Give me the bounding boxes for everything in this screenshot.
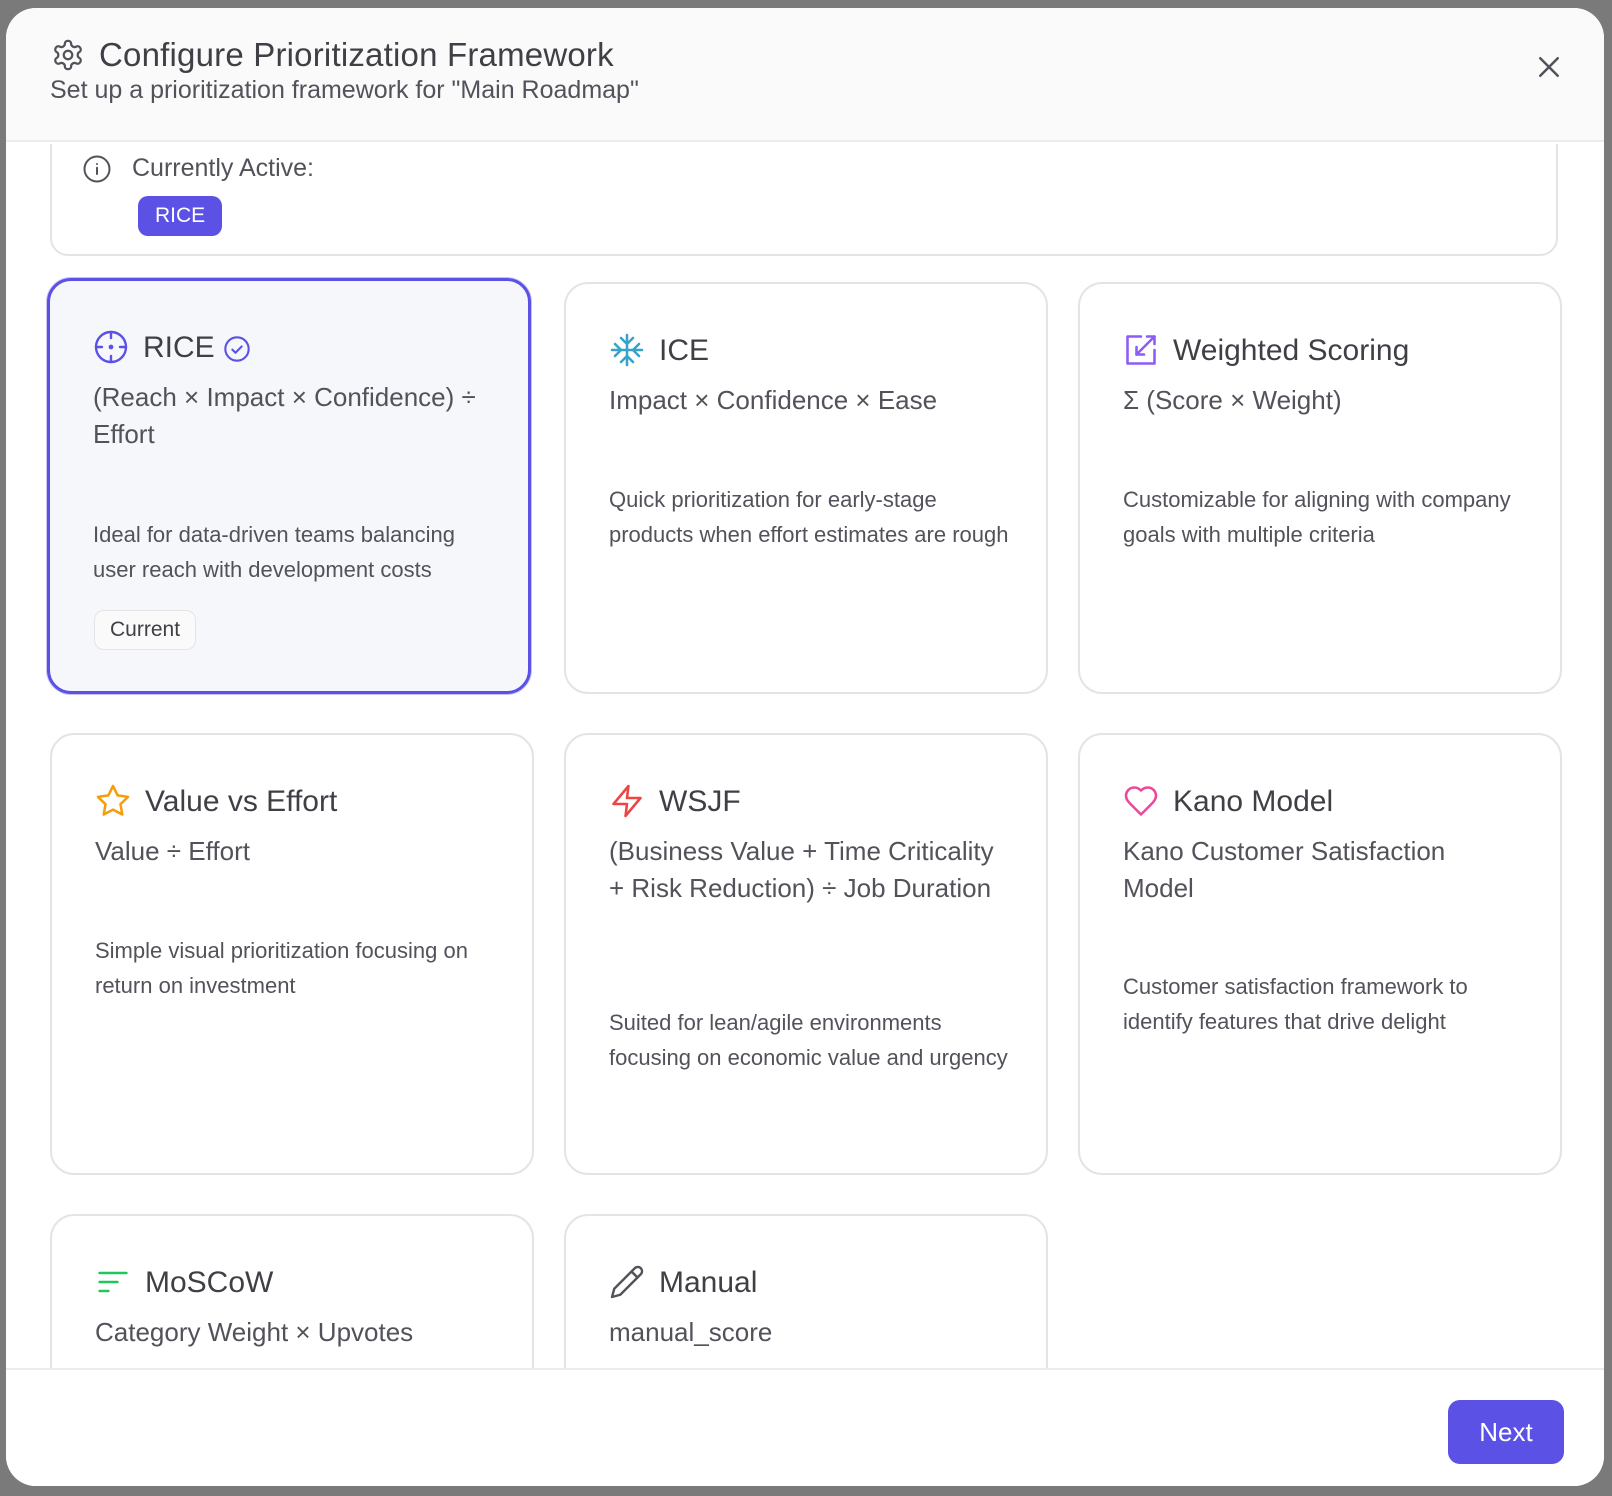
framework-card-wsjf[interactable]: WSJF (Business Value + Time Criticality … bbox=[564, 733, 1048, 1175]
framework-description: Customizable for aligning with company g… bbox=[1123, 487, 1511, 547]
framework-description: Simple visual prioritization focusing on… bbox=[95, 938, 468, 998]
framework-formula: Impact × Confidence × Ease bbox=[609, 385, 938, 415]
dialog-footer: Next bbox=[6, 1368, 1604, 1486]
framework-description: Quick prioritization for early-stage pro… bbox=[609, 487, 1009, 547]
framework-formula: (Reach × Impact × Confidence) ÷ Effort bbox=[93, 382, 476, 449]
star-icon bbox=[96, 784, 130, 816]
current-badge: Current bbox=[94, 610, 197, 650]
framework-name: RICE bbox=[143, 331, 215, 364]
framework-card-value-vs-effort[interactable]: Value vs Effort Value ÷ Effort Simple vi… bbox=[50, 733, 534, 1175]
framework-card-kano-model[interactable]: Kano Model Kano Customer Satisfaction Mo… bbox=[1078, 733, 1562, 1175]
heart-icon bbox=[1124, 786, 1158, 816]
next-button[interactable]: Next bbox=[1448, 1400, 1564, 1464]
framework-formula: Σ (Score × Weight) bbox=[1123, 385, 1342, 415]
active-label: Currently Active: bbox=[132, 154, 315, 182]
framework-card-weighted-scoring[interactable]: Weighted Scoring Σ (Score × Weight) Cust… bbox=[1078, 282, 1562, 694]
framework-name: WSJF bbox=[659, 785, 741, 818]
framework-card-ice[interactable]: ICE Impact × Confidence × Ease Quick pri… bbox=[564, 282, 1048, 694]
pencil-icon bbox=[610, 1265, 644, 1299]
framework-formula: manual_score bbox=[609, 1317, 773, 1347]
info-icon bbox=[83, 155, 111, 183]
active-framework-badge: RICE bbox=[138, 196, 223, 236]
dialog-title: Configure Prioritization Framework bbox=[99, 36, 614, 73]
framework-formula: (Business Value + Time Criticality + Ris… bbox=[609, 836, 994, 903]
list-filter-icon bbox=[98, 1271, 128, 1293]
close-icon[interactable] bbox=[1534, 52, 1564, 82]
framework-dialog: Configure Prioritization Framework Set u… bbox=[6, 8, 1604, 1486]
framework-name: ICE bbox=[659, 334, 710, 367]
snowflake-icon bbox=[610, 333, 644, 367]
framework-card-rice[interactable]: RICE (Reach × Impact × Confidence) ÷ Eff… bbox=[47, 278, 531, 694]
dialog-header: Configure Prioritization Framework Set u… bbox=[6, 8, 1604, 142]
active-framework-banner: Currently Active: RICE bbox=[50, 144, 1558, 256]
dialog-subtitle: Set up a prioritization framework for "M… bbox=[50, 76, 639, 104]
framework-description: Ideal for data-driven teams balancing us… bbox=[93, 522, 455, 582]
framework-formula: Value ÷ Effort bbox=[95, 836, 250, 866]
framework-name: Value vs Effort bbox=[145, 785, 338, 818]
framework-description: Suited for lean/agile environments focus… bbox=[609, 1010, 1008, 1070]
framework-card-moscow[interactable]: MoSCoW Category Weight × Upvotes bbox=[50, 1214, 534, 1368]
scale-arrow-icon bbox=[1126, 335, 1156, 365]
dialog-body[interactable]: Currently Active: RICE RICE (Reach × Imp… bbox=[6, 144, 1604, 1368]
framework-formula: Kano Customer Satisfaction Model bbox=[1123, 836, 1446, 903]
check-circle-icon bbox=[224, 336, 250, 362]
framework-name: Manual bbox=[659, 1266, 758, 1299]
framework-name: MoSCoW bbox=[145, 1266, 274, 1299]
framework-name: Kano Model bbox=[1173, 785, 1334, 818]
crosshair-icon bbox=[94, 330, 128, 364]
framework-name: Weighted Scoring bbox=[1173, 334, 1410, 367]
gear-icon bbox=[54, 39, 82, 71]
lightning-icon bbox=[612, 784, 642, 818]
framework-description: Customer satisfaction framework to ident… bbox=[1123, 974, 1468, 1034]
framework-formula: Category Weight × Upvotes bbox=[95, 1317, 414, 1347]
framework-card-manual[interactable]: Manual manual_score bbox=[564, 1214, 1048, 1368]
